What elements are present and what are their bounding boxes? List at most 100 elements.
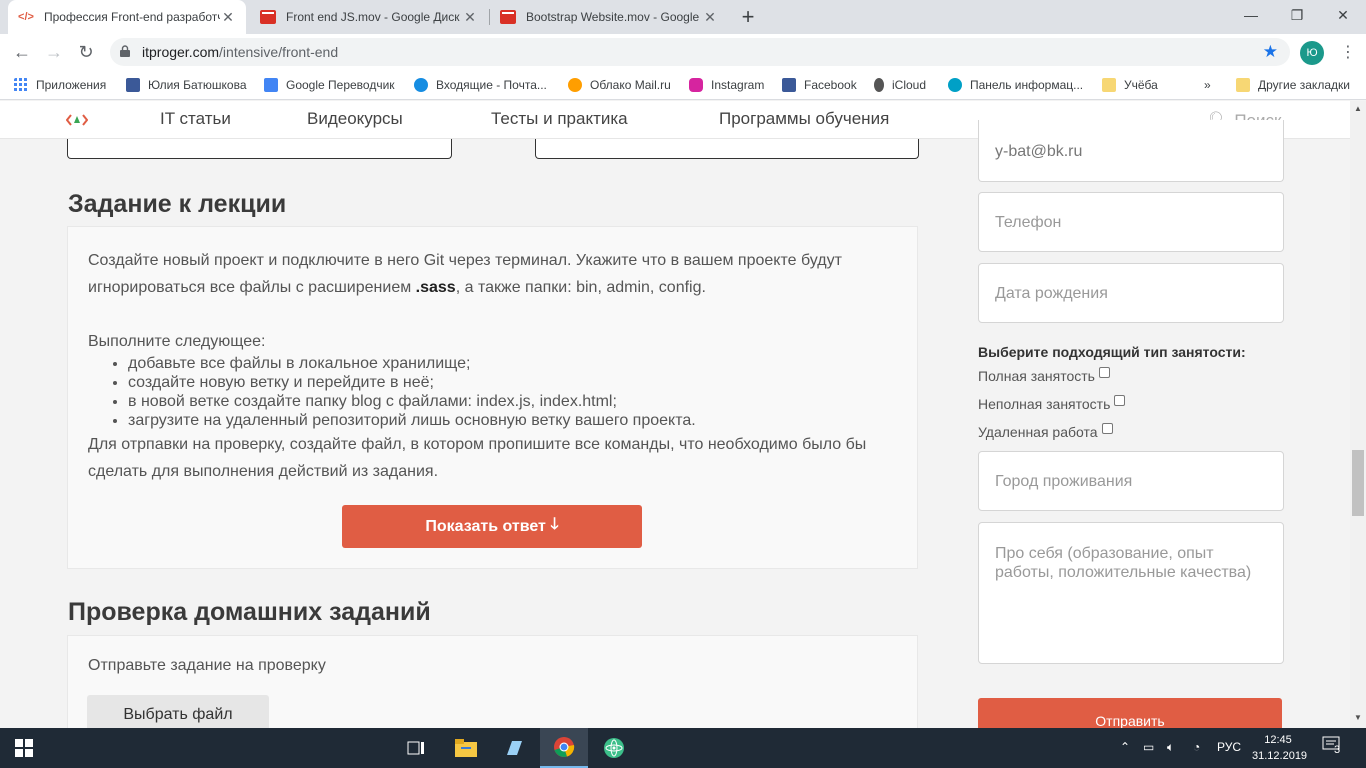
url-text: itproger.com/intensive/front-end — [142, 44, 339, 60]
windows-start-icon[interactable] — [0, 728, 48, 768]
employment-question: Выберите подходящий тип занятости: — [978, 344, 1246, 360]
video-file-icon — [500, 9, 516, 25]
clock-date: 31.12.2019 — [1252, 750, 1308, 762]
bookmark-apps[interactable]: Приложения — [14, 76, 106, 94]
bookmarks-bar: Приложения Юлия Батюшкова Google Перевод… — [0, 70, 1366, 100]
notepad-icon[interactable] — [490, 728, 538, 768]
scroll-down-icon[interactable]: ▼ — [1354, 713, 1362, 722]
close-icon[interactable]: ✕ — [462, 9, 478, 26]
card-stub-left[interactable] — [67, 139, 452, 159]
more-bookmarks-chevron-icon[interactable]: » — [1204, 76, 1211, 94]
todo-label: Выполните следующее: — [88, 333, 266, 350]
tab-bootstrap-website[interactable]: Bootstrap Website.mov - Google ✕ — [490, 0, 728, 34]
notification-center-icon[interactable]: 3 — [1322, 736, 1346, 760]
bookmark-cloud[interactable]: Облако Mail.ru — [568, 76, 671, 94]
address-bar[interactable]: itproger.com/intensive/front-end ★ — [110, 38, 1290, 66]
apps-grid-icon — [14, 78, 27, 91]
bookmark-instagram[interactable]: Instagram — [689, 76, 764, 94]
nav-programs[interactable]: Программы обучения — [719, 109, 889, 129]
list-item: добавьте все файлы в локальное хранилище… — [128, 354, 696, 373]
homework-heading: Проверка домашних заданий — [68, 598, 431, 626]
employment-option-remote[interactable]: Удаленная работа — [978, 422, 1113, 440]
profile-avatar[interactable]: Ю — [1300, 41, 1324, 65]
employment-option-part[interactable]: Неполная занятость — [978, 394, 1126, 412]
checkbox[interactable] — [1114, 394, 1126, 406]
minimize-icon[interactable]: — — [1228, 0, 1274, 30]
option-label: Удаленная работа — [978, 424, 1098, 440]
browser-tab-bar: </> Профессия Front-end разработчик ✕ Fr… — [0, 0, 1366, 34]
atom-editor-icon[interactable] — [590, 728, 638, 768]
tab-front-end-js[interactable]: Front end JS.mov - Google Диск ✕ — [250, 0, 488, 34]
page-scrollbar[interactable] — [1350, 101, 1366, 728]
reload-icon[interactable]: ↻ — [74, 40, 98, 64]
nav-videocourses[interactable]: Видеокурсы — [307, 109, 403, 129]
tab-title: Bootstrap Website.mov - Google — [526, 10, 700, 24]
employment-option-full[interactable]: Полная занятость — [978, 366, 1110, 384]
chrome-icon[interactable] — [540, 728, 588, 768]
card-stub-right[interactable] — [535, 139, 919, 159]
apple-icon — [874, 78, 884, 92]
show-answer-label: Показать ответ — [425, 517, 546, 535]
notification-count: 3 — [1334, 744, 1341, 756]
bookmark-yulia[interactable]: Юлия Батюшкова — [126, 76, 247, 94]
battery-icon[interactable]: ▭ — [1143, 740, 1154, 754]
bookmark-icloud[interactable]: iCloud — [874, 76, 926, 94]
mail-icon — [414, 78, 428, 92]
tab-front-end-profession[interactable]: </> Профессия Front-end разработчик ✕ — [8, 0, 246, 34]
window-close-icon[interactable]: ✕ — [1320, 0, 1366, 30]
task-view-icon[interactable] — [392, 728, 440, 768]
scroll-up-icon[interactable]: ▲ — [1354, 104, 1362, 113]
birthdate-field[interactable]: Дата рождения — [978, 263, 1284, 323]
taskbar-clock[interactable]: 12:45 31.12.2019 — [1252, 732, 1308, 764]
bookmark-label: Учёба — [1124, 78, 1158, 92]
restore-icon[interactable]: ❐ — [1274, 0, 1320, 30]
clock-time: 12:45 — [1264, 734, 1292, 746]
checkbox[interactable] — [1101, 422, 1113, 434]
task-list: добавьте все файлы в локальное хранилище… — [128, 354, 696, 430]
language-indicator[interactable]: РУС — [1217, 740, 1241, 754]
bookmark-facebook[interactable]: Facebook — [782, 76, 857, 94]
homework-prompt: Отправьте задание на проверку — [88, 657, 326, 674]
cloud-icon — [568, 78, 582, 92]
volume-icon[interactable]: 🔈︎ — [1167, 740, 1174, 755]
bookmark-mail[interactable]: Входящие - Почта... — [414, 76, 547, 94]
close-icon[interactable]: ✕ — [702, 9, 718, 26]
translate-icon — [264, 78, 278, 92]
scrollbar-thumb[interactable] — [1352, 450, 1364, 516]
chat-icon — [126, 78, 140, 92]
about-textarea[interactable]: Про себя (образование, опыт работы, поло… — [978, 522, 1284, 664]
bookmark-label: Другие закладки — [1258, 78, 1350, 92]
bookmark-panel[interactable]: Панель информац... — [948, 76, 1083, 94]
nav-tests[interactable]: Тесты и практика — [491, 109, 628, 129]
show-answer-button[interactable]: Показать ответ 🡓 — [342, 505, 642, 548]
bookmark-folder-study[interactable]: Учёба — [1102, 76, 1158, 94]
bookmark-star-icon[interactable]: ★ — [1263, 42, 1278, 62]
back-arrow-icon[interactable]: ← — [10, 40, 34, 64]
phone-field[interactable]: Телефон — [978, 192, 1284, 252]
close-icon[interactable]: ✕ — [220, 9, 236, 26]
more-vert-icon[interactable]: ⋮ — [1340, 40, 1356, 66]
bookmark-label: Панель информац... — [970, 78, 1084, 92]
bookmark-other[interactable]: Другие закладки — [1236, 76, 1350, 94]
bookmark-label: Приложения — [36, 78, 107, 92]
option-label: Неполная занятость — [978, 396, 1111, 412]
video-file-icon — [260, 9, 276, 25]
windows-taskbar: ⌃ ▭ 🔈︎ ◔ РУС 12:45 31.12.2019 3 — [0, 728, 1366, 768]
bookmark-label: Юлия Батюшкова — [148, 78, 247, 92]
email-field[interactable]: y-bat@bk.ru — [978, 120, 1284, 182]
bookmark-translate[interactable]: Google Переводчик — [264, 76, 395, 94]
city-field[interactable]: Город проживания — [978, 451, 1284, 511]
itproger-logo-icon[interactable] — [66, 113, 88, 127]
panel-icon — [948, 78, 962, 92]
about-placeholder: Про себя (образование, опыт работы, поло… — [995, 545, 1252, 581]
bookmark-label: iCloud — [892, 78, 927, 92]
bookmark-label: Входящие - Почта... — [436, 78, 547, 92]
checkbox[interactable] — [1098, 366, 1110, 378]
forward-arrow-icon[interactable]: → — [42, 40, 66, 64]
bookmark-label: Facebook — [804, 78, 857, 92]
network-icon[interactable]: ◔ — [1193, 740, 1200, 754]
file-explorer-icon[interactable] — [442, 728, 490, 768]
chevron-up-icon[interactable]: ⌃ — [1120, 740, 1130, 754]
new-tab-plus-icon[interactable]: + — [736, 4, 760, 30]
nav-it-articles[interactable]: IT статьи — [160, 109, 231, 129]
